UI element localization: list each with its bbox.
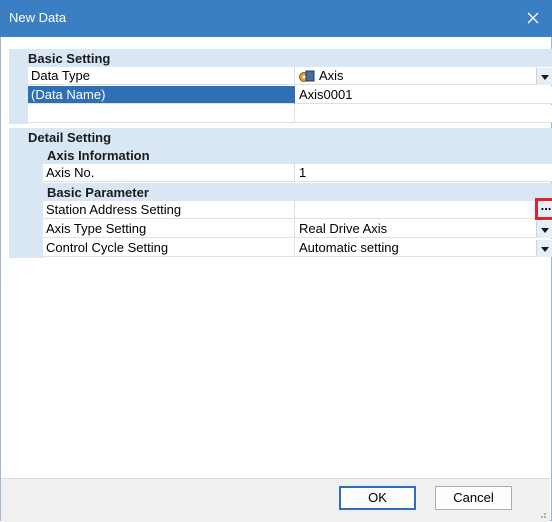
row-axis-type[interactable]: Axis Type Setting Real Drive Axis [9,220,552,239]
row-station-address[interactable]: Station Address Setting ... [9,198,552,220]
row-gutter [9,201,43,220]
row-axis-no[interactable]: Axis No. 1 [9,164,552,183]
row-gutter [9,105,28,124]
data-type-dropdown[interactable] [536,68,552,85]
button-bar: OK Cancel [1,478,550,522]
close-icon[interactable] [522,7,544,29]
data-type-label: Data Type [28,67,295,85]
station-address-value[interactable] [295,201,552,219]
station-address-label: Station Address Setting [43,201,295,219]
axis-type-text: Real Drive Axis [299,221,388,236]
empty-value [295,105,552,123]
chevron-down-icon [541,228,549,233]
data-type-text: Axis [319,68,344,83]
control-cycle-dropdown[interactable] [536,240,552,257]
resize-grip-icon[interactable] [537,509,547,519]
section-label: Axis Information [47,148,150,163]
control-cycle-label: Control Cycle Setting [43,239,295,257]
title-bar: New Data [0,0,552,37]
section-detail-setting[interactable]: Detail Setting [9,128,552,146]
chevron-down-icon [541,247,549,252]
section-label: Basic Setting [28,51,111,66]
control-cycle-text: Automatic setting [299,240,399,255]
row-gutter [9,86,28,105]
row-gutter [9,220,43,239]
section-basic-setting[interactable]: Basic Setting [9,49,552,67]
station-address-browse-button[interactable]: ... [535,198,552,220]
axis-icon [299,70,315,82]
row-control-cycle[interactable]: Control Cycle Setting Automatic setting [9,239,552,258]
row-gutter [9,67,28,86]
section-axis-information[interactable]: Axis Information [9,146,552,164]
axis-no-label: Axis No. [43,164,295,182]
data-name-value[interactable]: Axis0001 [295,86,552,104]
property-grid: Basic Setting Data Type Axis (Data Name)… [9,49,552,258]
row-data-type[interactable]: Data Type Axis [9,67,552,86]
dialog-body: Basic Setting Data Type Axis (Data Name)… [0,37,552,521]
section-label: Detail Setting [28,130,112,145]
section-label: Basic Parameter [47,185,149,200]
cancel-button[interactable]: Cancel [435,486,512,510]
axis-type-label: Axis Type Setting [43,220,295,238]
row-data-name[interactable]: (Data Name) Axis0001 [9,86,552,105]
data-type-value[interactable]: Axis [295,67,552,85]
ok-button[interactable]: OK [339,486,416,510]
window-title: New Data [9,10,67,25]
section-basic-parameter[interactable]: Basic Parameter [9,183,552,201]
axis-type-dropdown[interactable] [536,221,552,238]
data-name-label: (Data Name) [28,86,295,104]
control-cycle-value[interactable]: Automatic setting [295,239,552,257]
chevron-down-icon [541,75,549,80]
row-gutter [9,239,43,258]
empty-label [28,105,295,123]
row-gutter [9,164,43,183]
row-empty [9,105,552,124]
axis-no-value[interactable]: 1 [295,164,552,182]
axis-type-value[interactable]: Real Drive Axis [295,220,552,238]
